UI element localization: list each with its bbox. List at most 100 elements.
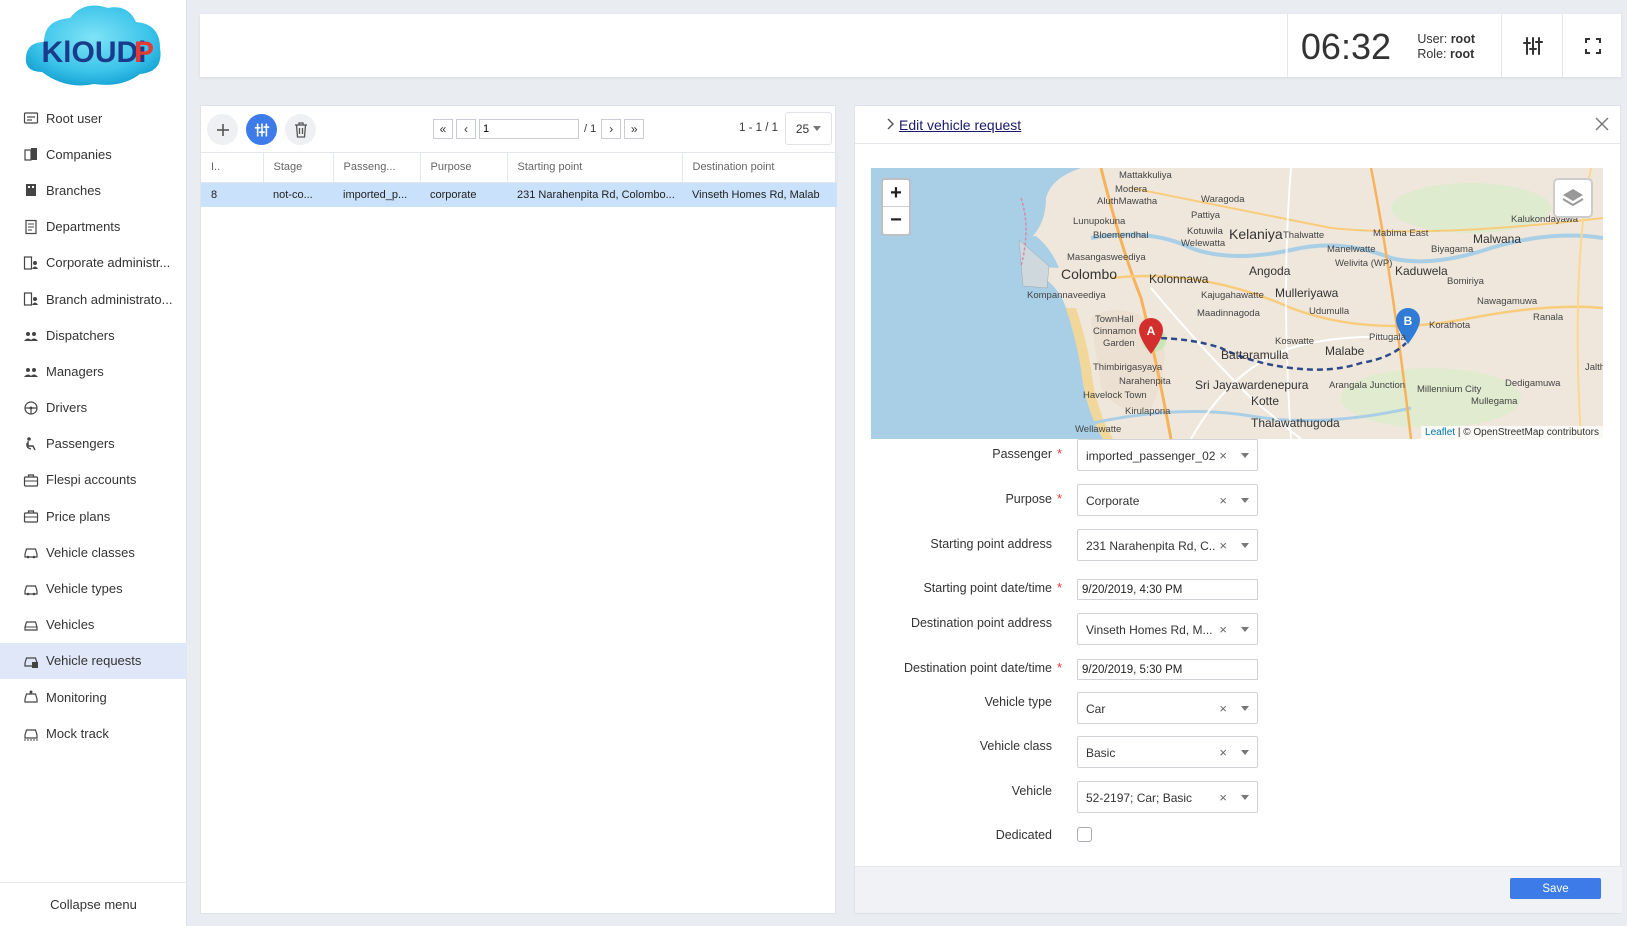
dedicated-row: Dedicated (855, 824, 1622, 858)
chevron-down-icon[interactable] (1241, 543, 1249, 548)
clear-icon[interactable]: × (1219, 701, 1227, 716)
clear-icon[interactable]: × (1219, 493, 1227, 508)
chevron-down-icon[interactable] (1241, 706, 1249, 711)
sidebar-item-vehicle-requests[interactable]: Vehicle requests (0, 642, 187, 679)
sidebar-item-label: Corporate administr... (46, 255, 171, 271)
clear-icon[interactable]: × (1219, 622, 1227, 637)
sidebar-item-dispatchers[interactable]: Dispatchers (0, 317, 187, 353)
chevron-down-icon[interactable] (1241, 498, 1249, 503)
clear-icon[interactable]: × (1219, 448, 1227, 463)
dest-datetime-input[interactable] (1077, 659, 1258, 680)
zoom-in-button[interactable]: + (883, 180, 909, 207)
column-header[interactable]: Passeng... (333, 153, 421, 183)
car-request-icon (22, 652, 40, 670)
zoom-out-button[interactable]: − (883, 207, 909, 234)
chevron-down-icon[interactable] (1241, 453, 1249, 458)
map-label: Havelock Town (1083, 390, 1147, 401)
map-label: Welivita (WP) (1335, 258, 1393, 269)
add-button[interactable] (207, 114, 238, 145)
sidebar-item-price-plans[interactable]: Price plans (0, 498, 187, 534)
map-label: Korathota (1429, 320, 1471, 331)
sidebar-item-corporate-administr[interactable]: Corporate administr... (0, 245, 187, 281)
map-layers-button[interactable] (1553, 178, 1593, 218)
per-page-select[interactable]: 25 (785, 112, 832, 145)
start-address-value: 231 Narahenpita Rd, C... (1086, 539, 1216, 553)
route-map[interactable]: A B Mattakkuliya Modera AluthMawatha War… (871, 168, 1603, 439)
sidebar-item-drivers[interactable]: Drivers (0, 390, 187, 426)
next-page-button[interactable]: › (601, 119, 622, 139)
sidebar-item-passengers[interactable]: Passengers (0, 426, 187, 462)
collapse-menu-button[interactable]: Collapse menu (0, 882, 187, 912)
user-group-icon (22, 362, 40, 380)
chevron-down-icon[interactable] (1241, 795, 1249, 800)
header-divider (1562, 14, 1563, 77)
table-row[interactable]: 8 not-co... imported_p... corporate 231 Nara… (201, 182, 837, 207)
map-label: Millennium City (1417, 384, 1482, 395)
settings-sliders-button[interactable] (1519, 32, 1547, 60)
leaflet-link[interactable]: Leaflet (1425, 427, 1455, 438)
sidebar-item-vehicle-classes[interactable]: Vehicle classes (0, 534, 187, 570)
map-label: Udumulla (1309, 306, 1350, 317)
column-header[interactable]: I.. (201, 153, 264, 183)
sidebar-item-managers[interactable]: Managers (0, 353, 187, 389)
table-cell: 231 Narahenpita Rd, Colombo... (507, 182, 682, 207)
sidebar-item-departments[interactable]: Departments (0, 209, 187, 245)
sidebar-item-companies[interactable]: Companies (0, 136, 187, 172)
osm-attribution: | © OpenStreetMap contributors (1457, 427, 1599, 438)
last-page-button[interactable]: » (624, 119, 645, 139)
filter-button[interactable] (246, 114, 277, 145)
sidebar-item-mock-track[interactable]: Mock track (0, 715, 187, 751)
map-label: Kelaniya (1229, 226, 1283, 242)
vehicle-type-select[interactable]: Car × (1077, 692, 1258, 724)
delete-button[interactable] (285, 114, 316, 145)
start-address-select[interactable]: 231 Narahenpita Rd, C... × (1077, 529, 1258, 561)
sidebar-item-label: Passengers (46, 436, 115, 452)
sidebar-item-flespi-accounts[interactable]: Flespi accounts (0, 462, 187, 498)
car-icon (22, 616, 40, 634)
column-header[interactable]: Starting point (507, 153, 683, 183)
sidebar-item-vehicles[interactable]: Vehicles (0, 607, 187, 643)
sidebar-item-branches[interactable]: Branches (0, 172, 187, 208)
building-user-icon (22, 290, 40, 308)
prev-page-button[interactable]: ‹ (456, 119, 476, 139)
close-icon[interactable] (1594, 116, 1610, 132)
user-group-icon (22, 326, 40, 344)
passenger-select[interactable]: imported_passenger_02 × (1077, 439, 1258, 471)
chevron-right-icon[interactable] (885, 118, 895, 130)
sidebar-item-label: Root user (46, 110, 103, 126)
table-header-row: I.. Stage Passeng... Purpose Starting point D… (201, 153, 838, 183)
chevron-down-icon[interactable] (1241, 750, 1249, 755)
dest-address-select[interactable]: Vinseth Homes Rd, M... × (1077, 613, 1258, 645)
clear-icon[interactable]: × (1219, 790, 1227, 805)
column-header[interactable]: Destination point (682, 153, 838, 183)
save-button[interactable]: Save (1510, 878, 1601, 899)
start-datetime-input[interactable] (1077, 579, 1258, 600)
map-label: AluthMawatha (1097, 196, 1158, 207)
first-page-button[interactable]: « (433, 119, 453, 139)
sidebar-item-branch-administrato[interactable]: Branch administrato... (0, 281, 187, 317)
map-zoom-control: + − (881, 178, 911, 236)
kloudip-logo[interactable]: KlOUDi P (22, 2, 167, 92)
map-attribution: Leaflet | © OpenStreetMap contributors (1421, 426, 1603, 439)
chevron-down-icon[interactable] (1241, 627, 1249, 632)
vehicle-class-select[interactable]: Basic × (1077, 736, 1258, 768)
fullscreen-button[interactable] (1579, 32, 1607, 60)
sidebar-item-label: Vehicles (46, 617, 95, 633)
detail-footer: Save (855, 866, 1622, 913)
column-header[interactable]: Purpose (420, 153, 508, 183)
clear-icon[interactable]: × (1219, 745, 1227, 760)
map-label: Welewatta (1181, 238, 1226, 249)
sidebar-item-monitoring[interactable]: Monitoring (0, 679, 187, 715)
sidebar-item-vehicle-types[interactable]: Vehicle types (0, 570, 187, 606)
column-header[interactable]: Stage (263, 153, 334, 183)
edit-request-title[interactable]: Edit vehicle request (899, 117, 1021, 133)
sidebar-item-label: Vehicle classes (46, 544, 135, 560)
map-label: Waragoda (1201, 194, 1245, 205)
sidebar-item-root-user[interactable]: Root user (0, 100, 187, 136)
page-number-input[interactable] (479, 119, 579, 139)
dedicated-checkbox[interactable] (1077, 827, 1092, 842)
requests-table: I.. Stage Passeng... Purpose Starting point D… (201, 153, 838, 207)
purpose-select[interactable]: Corporate × (1077, 484, 1258, 516)
clear-icon[interactable]: × (1219, 538, 1227, 553)
vehicle-select[interactable]: 52-2197; Car; Basic × (1077, 781, 1258, 813)
